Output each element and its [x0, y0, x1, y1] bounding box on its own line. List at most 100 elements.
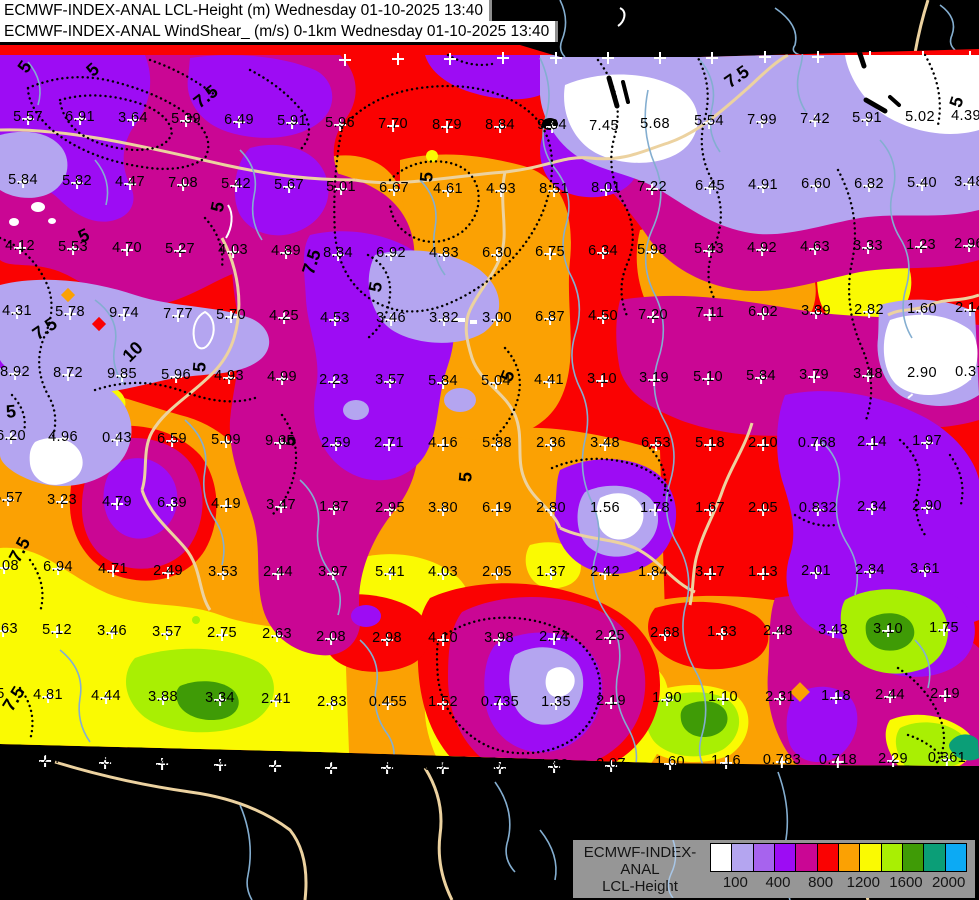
- grid-value: 3.97: [318, 564, 348, 581]
- grid-value: 3.57: [152, 624, 182, 641]
- grid-value: 7.70: [378, 116, 408, 133]
- legend-swatch: [901, 843, 925, 872]
- grid-value: 2.19: [930, 686, 960, 703]
- grid-value: 7.22: [637, 179, 667, 196]
- title-line-windshear: ECMWF-INDEX-ANAL WindShear_ (m/s) 0-1km …: [0, 21, 559, 42]
- legend-swatch: [923, 843, 946, 872]
- grid-value: 2.19: [596, 693, 626, 710]
- lcl-height-field: [0, 45, 979, 766]
- grid-value: 2.14: [955, 300, 979, 317]
- grid-value: 5.68: [640, 116, 670, 133]
- grid-value: 1.60: [655, 754, 685, 771]
- legend-swatch: [944, 843, 967, 872]
- grid-value: 5.43: [694, 241, 724, 258]
- grid-value: 2.49: [147, 754, 177, 771]
- grid-value: 3.43: [818, 622, 848, 639]
- grid-value: 5.57: [0, 490, 23, 507]
- legend-tick-label: 800: [808, 874, 834, 891]
- grid-value: 8.51: [539, 181, 569, 198]
- legend-tick-label: 1600: [889, 874, 923, 891]
- grid-value: 0.692: [480, 758, 520, 775]
- grid-value: 5.12: [42, 622, 72, 639]
- grid-value: 6.94: [43, 559, 73, 576]
- legend-swatch: [752, 843, 775, 872]
- grid-value: 0.768: [797, 435, 837, 452]
- legend-title-unit: m: [573, 895, 707, 900]
- grid-value: 4.44: [91, 688, 121, 705]
- grid-value: 9.74: [109, 305, 139, 322]
- grid-value: 7.45: [589, 118, 619, 135]
- grid-value: 4.5: [0, 686, 5, 702]
- grid-value: 2.74: [539, 629, 569, 646]
- grid-value: 2.01: [801, 563, 831, 580]
- grid-value: 8.84: [485, 117, 515, 134]
- legend-swatch: [837, 843, 861, 872]
- grid-value: 2.41: [261, 691, 291, 708]
- grid-value: 0.946: [423, 758, 463, 775]
- grid-value: 5.54: [694, 113, 724, 130]
- grid-value: 4.16: [428, 435, 458, 452]
- grid-value: 4.19: [211, 496, 241, 513]
- grid-cross-icon: [759, 51, 771, 63]
- grid-value: 3.88: [148, 689, 178, 706]
- grid-value: 2.80: [536, 500, 566, 517]
- grid-value: 0.361: [927, 750, 967, 767]
- grid-value: 6.49: [224, 112, 254, 129]
- grid-value: 1.52: [428, 694, 458, 711]
- legend-swatch: [859, 843, 882, 872]
- grid-value: 2.49: [153, 563, 183, 580]
- grid-value: 9.85: [107, 366, 137, 383]
- grid-value: 2.90: [912, 498, 942, 515]
- grid-value: 2.95: [375, 500, 405, 517]
- legend-swatch: [795, 843, 818, 872]
- grid-value: 5.88: [482, 435, 512, 452]
- grid-value: 1.33: [707, 624, 737, 641]
- grid-value: 3.10: [873, 621, 903, 638]
- grid-value: 6.75: [535, 244, 565, 261]
- grid-value: 2.59: [321, 435, 351, 452]
- legend-swatch: [731, 843, 754, 872]
- grid-value: 2.34: [857, 499, 887, 516]
- grid-value: 2.42: [590, 564, 620, 581]
- grid-value: 2.84: [855, 562, 885, 579]
- grid-value: 2.68: [650, 625, 680, 642]
- grid-value: 1.97: [912, 433, 942, 450]
- grid-value: 3.64: [118, 110, 148, 127]
- grid-value: 2.90: [907, 365, 937, 382]
- grid-value: 5.04: [481, 373, 511, 390]
- legend-swatch: [710, 843, 733, 872]
- grid-value: 4.79: [102, 494, 132, 511]
- grid-value: 5.84: [746, 368, 776, 385]
- grid-value: 2.07: [596, 756, 626, 773]
- grid-value: 5.84: [428, 373, 458, 390]
- grid-value: 0.832: [798, 500, 838, 517]
- grid-value: 5.10: [693, 369, 723, 386]
- grid-value: 1.23: [906, 237, 936, 254]
- grid-value: 4.61: [433, 181, 463, 198]
- grid-value: 6.59: [157, 431, 187, 448]
- grid-value: 6.53: [641, 435, 671, 452]
- grid-value: 2.08: [316, 629, 346, 646]
- grid-value: 1.35: [541, 694, 571, 711]
- grid-value: 7.42: [800, 111, 830, 128]
- grid-value: 2.44: [263, 564, 293, 581]
- grid-value: 5.78: [55, 304, 85, 321]
- grid-value: 3.46: [376, 310, 406, 327]
- grid-value: 2.29: [878, 751, 908, 768]
- grid-cross-icon: [444, 53, 456, 65]
- grid-value: 6.34: [588, 243, 618, 260]
- grid-value: 5.01: [326, 179, 356, 196]
- grid-value: 3.10: [587, 371, 617, 388]
- grid-value: 5.27: [165, 241, 195, 258]
- grid-cross-icon: [392, 53, 404, 65]
- title-line-lcl: ECMWF-INDEX-ANAL LCL-Height (m) Wednesda…: [0, 0, 492, 21]
- grid-value: 4.81: [33, 687, 63, 704]
- grid-value: 6.20: [0, 428, 26, 445]
- grid-value: 1.75: [929, 620, 959, 637]
- grid-value: 4.92: [747, 240, 777, 257]
- grid-value: 1.37: [536, 564, 566, 581]
- grid-value: 3.57: [375, 372, 405, 389]
- grid-value: 8.01: [591, 180, 621, 197]
- grid-value: 1.13: [748, 564, 778, 581]
- grid-value: 6.92: [376, 245, 406, 262]
